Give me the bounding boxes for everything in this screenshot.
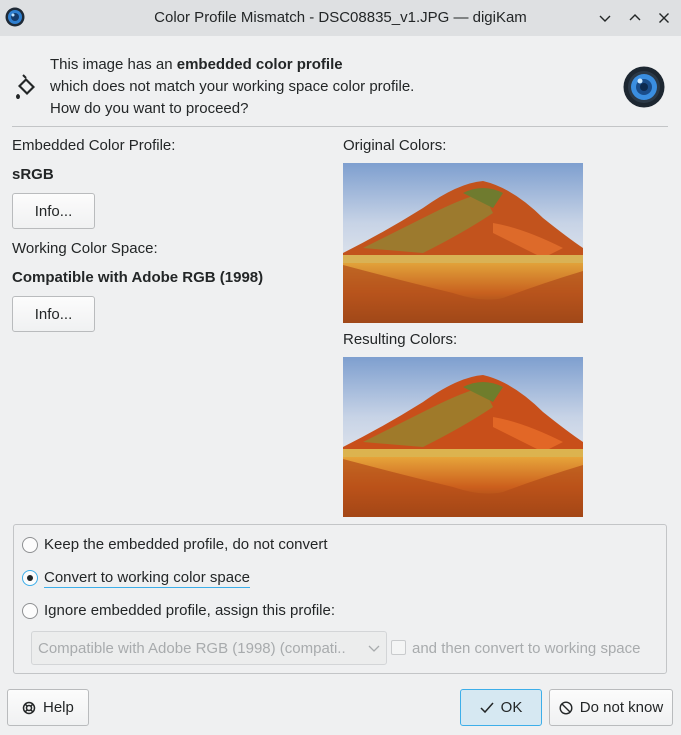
embedded-profile-value: sRGB [12, 166, 54, 183]
keep-profile-radio[interactable] [22, 537, 38, 553]
do-not-know-button[interactable]: Do not know [549, 689, 673, 726]
assign-profile-label[interactable]: Ignore embedded profile, assign this pro… [44, 602, 335, 619]
original-colors-label: Original Colors: [343, 137, 447, 154]
title-bar: Color Profile Mismatch - DSC08835_v1.JPG… [0, 0, 681, 36]
message-line1-bold: embedded color profile [176, 56, 343, 73]
embedded-info-button[interactable]: Info... [12, 193, 95, 229]
then-convert-checkbox[interactable] [391, 640, 406, 655]
help-button[interactable]: Help [7, 689, 89, 726]
header-separator [12, 126, 668, 127]
profile-select[interactable]: Compatible with Adobe RGB (1998) (compat… [31, 631, 387, 665]
profile-select-value: Compatible with Adobe RGB (1998) (compat… [38, 640, 346, 657]
working-space-value: Compatible with Adobe RGB (1998) [12, 269, 264, 286]
minimize-button[interactable] [594, 7, 616, 29]
do-not-know-button-label: Do not know [579, 699, 664, 716]
digikam-lens-icon [623, 66, 665, 108]
embedded-profile-label: Embedded Color Profile: [12, 137, 176, 154]
ok-button[interactable]: OK [460, 689, 542, 726]
checkmark-icon [480, 702, 494, 713]
message-line1: This image has an [50, 56, 177, 73]
original-colors-image [343, 163, 583, 323]
chevron-down-icon [368, 645, 380, 652]
paint-bucket-icon [16, 74, 35, 99]
keep-profile-label[interactable]: Keep the embedded profile, do not conver… [44, 536, 328, 553]
close-icon [659, 13, 669, 23]
message-text: This image has an embedded color profile… [50, 54, 414, 120]
message-line2: which does not match your working space … [50, 78, 415, 95]
close-button[interactable] [653, 7, 675, 29]
window-title: Color Profile Mismatch - DSC08835_v1.JPG… [154, 9, 527, 26]
minimize-icon [599, 15, 611, 22]
help-lifebuoy-icon [22, 701, 36, 714]
maximize-icon [629, 14, 641, 21]
convert-working-radio[interactable] [22, 570, 38, 586]
maximize-button[interactable] [624, 7, 646, 29]
working-info-button[interactable]: Info... [12, 296, 95, 332]
assign-profile-radio[interactable] [22, 603, 38, 619]
convert-working-label[interactable]: Convert to working color space [44, 569, 250, 588]
cancel-circle-icon [559, 700, 573, 715]
message-line3: How do you want to proceed? [50, 100, 249, 117]
message-header: This image has an embedded color profile… [0, 36, 681, 126]
help-button-label: Help [43, 699, 74, 716]
working-space-label: Working Color Space: [12, 240, 158, 257]
resulting-colors-label: Resulting Colors: [343, 331, 458, 348]
then-convert-label: and then convert to working space [412, 640, 641, 657]
resulting-colors-image [343, 357, 583, 517]
ok-button-label: OK [500, 699, 523, 716]
